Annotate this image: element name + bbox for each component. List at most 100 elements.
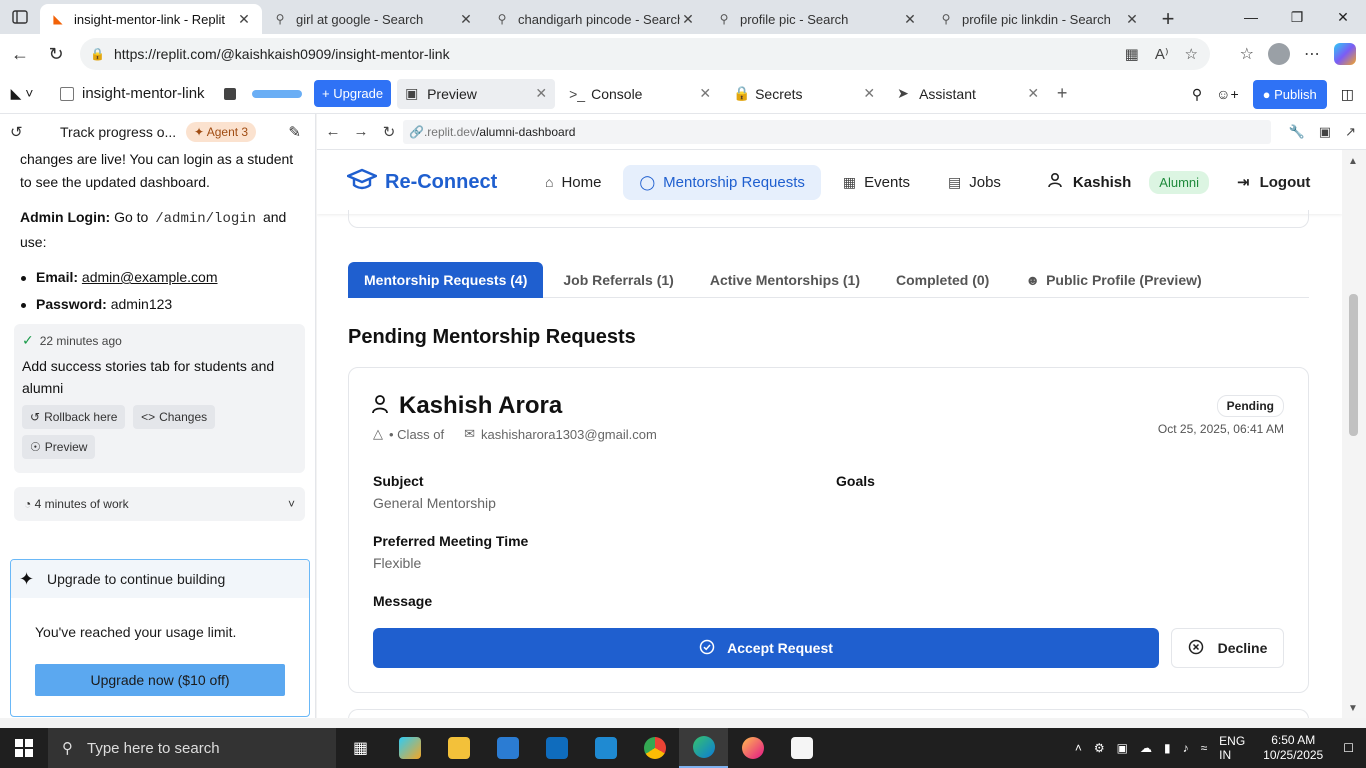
tab-active-mentorships[interactable]: Active Mentorships (1) xyxy=(694,262,876,298)
language-indicator[interactable]: ENG IN xyxy=(1219,734,1245,762)
changes-button[interactable]: <> Changes xyxy=(133,405,216,429)
devtools-icon[interactable]: 🔧 xyxy=(1289,124,1305,140)
notifications-icon[interactable]: ☐ xyxy=(1343,741,1354,755)
wifi-icon[interactable]: ≈ xyxy=(1201,741,1208,755)
close-tab-icon[interactable]: ✕ xyxy=(535,85,547,102)
browser-tab-search-4[interactable]: ⚲ profile pic linkdin - Search ✕ xyxy=(928,4,1150,34)
more-icon[interactable]: ⋯ xyxy=(1304,44,1320,64)
preview-scrollbar[interactable]: ▲ ▼ xyxy=(1342,150,1366,718)
browser-tab-search-1[interactable]: ⚲ girl at google - Search ✕ xyxy=(262,4,484,34)
brand-logo[interactable]: Re-Connect xyxy=(346,168,507,196)
accept-request-button[interactable]: Accept Request xyxy=(373,628,1159,668)
close-tab-icon[interactable]: ✕ xyxy=(458,11,474,28)
task-view-icon[interactable]: ▦ xyxy=(336,728,385,768)
invite-user-icon[interactable]: ☺+ xyxy=(1216,86,1238,102)
app-available-icon[interactable]: ▦ xyxy=(1125,45,1139,63)
copilot-icon[interactable] xyxy=(1334,43,1356,65)
open-new-window-icon[interactable]: ↗ xyxy=(1345,124,1356,140)
copilot-app-icon[interactable] xyxy=(385,728,434,768)
preview-refresh-icon[interactable]: ↻ xyxy=(375,123,403,141)
logout-button[interactable]: ⇥ Logout xyxy=(1237,173,1310,192)
input-icon[interactable]: ⚙ xyxy=(1094,741,1105,755)
favorite-star-icon[interactable]: ☆ xyxy=(1185,45,1198,63)
url-field[interactable]: 🔒 https://replit.com/@kaishkaish0909/ins… xyxy=(80,38,1210,70)
agent-badge[interactable]: ✦ Agent 3 xyxy=(186,122,257,142)
tab-job-referrals[interactable]: Job Referrals (1) xyxy=(547,262,689,298)
nav-events[interactable]: ▦ Events xyxy=(827,165,926,200)
refresh-icon[interactable]: ↻ xyxy=(38,36,74,72)
device-icon[interactable]: ▣ xyxy=(1117,741,1128,755)
new-tab-icon[interactable]: + xyxy=(1150,4,1186,34)
stop-icon[interactable] xyxy=(224,87,236,100)
vscode-icon[interactable] xyxy=(581,728,630,768)
read-aloud-icon[interactable]: A⁾ xyxy=(1155,45,1169,63)
browser-tab-strip: ◣ insight-mentor-link - Replit ✕ ⚲ girl … xyxy=(0,0,1366,34)
nav-home[interactable]: ⌂ Home xyxy=(529,165,617,200)
tab-mentorship-requests[interactable]: Mentorship Requests (4) xyxy=(348,262,544,298)
decline-button[interactable]: Decline xyxy=(1171,628,1284,668)
browser-tab-search-3[interactable]: ⚲ profile pic - Search ✕ xyxy=(706,4,928,34)
close-window-icon[interactable]: ✕ xyxy=(1320,0,1366,34)
preview-url-field[interactable]: 🔗 .replit.dev/alumni-dashboard xyxy=(403,120,1271,144)
scroll-down-icon[interactable]: ▼ xyxy=(1348,703,1358,714)
tab-console[interactable]: >_ Console ✕ xyxy=(561,79,719,109)
tab-completed[interactable]: Completed (0) xyxy=(880,262,1005,298)
replit-menu-icon[interactable]: ◣ ˅ xyxy=(0,85,44,102)
restore-icon[interactable]: ❐ xyxy=(1274,0,1320,34)
close-tab-icon[interactable]: ✕ xyxy=(699,85,711,102)
toggle-panel-icon[interactable]: ◫ xyxy=(1341,86,1354,103)
tab-assistant[interactable]: ➤ Assistant ✕ xyxy=(889,79,1047,109)
preview-back-icon[interactable]: ← xyxy=(319,123,347,140)
taskbar-search[interactable]: ⚲ Type here to search xyxy=(48,728,336,768)
app-w-icon[interactable] xyxy=(777,728,826,768)
edge-icon[interactable] xyxy=(679,728,728,768)
back-icon[interactable]: ← xyxy=(2,36,38,72)
browser-tab-search-2[interactable]: ⚲ chandigarh pincode - Search ✕ xyxy=(484,4,706,34)
nav-mentorship-requests[interactable]: ◯ Mentorship Requests xyxy=(623,164,821,200)
devices-icon[interactable]: ▣ xyxy=(1319,124,1331,140)
network-icon[interactable]: ☁ xyxy=(1140,741,1152,755)
chat-icon: ◯ xyxy=(639,173,656,190)
firefox-icon[interactable] xyxy=(728,728,777,768)
upgrade-now-button[interactable]: Upgrade now ($10 off) xyxy=(35,664,285,696)
scrollbar-thumb[interactable] xyxy=(1349,294,1358,436)
history-icon[interactable]: ↺ xyxy=(10,123,50,141)
tab-secrets[interactable]: 🔒 Secrets ✕ xyxy=(725,79,883,109)
store-icon[interactable] xyxy=(483,728,532,768)
publish-button[interactable]: ● Publish xyxy=(1252,79,1327,109)
close-tab-icon[interactable]: ✕ xyxy=(1027,85,1039,102)
favorites-icon[interactable]: ☆ xyxy=(1240,44,1254,64)
project-selector[interactable]: insight-mentor-link xyxy=(60,85,210,102)
browser-tab-replit[interactable]: ◣ insight-mentor-link - Replit ✕ xyxy=(40,4,262,34)
scroll-up-icon[interactable]: ▲ xyxy=(1348,156,1358,167)
preview-forward-icon[interactable]: → xyxy=(347,123,375,140)
upgrade-button[interactable]: + Upgrade xyxy=(314,80,392,107)
work-summary[interactable]: ◔ 4 minutes of work ˅ xyxy=(14,487,305,521)
email-link[interactable]: admin@example.com xyxy=(82,269,218,285)
tab-preview[interactable]: ▣ Preview ✕ xyxy=(397,78,556,109)
close-tab-icon[interactable]: ✕ xyxy=(863,85,875,102)
user-menu[interactable]: Kashish xyxy=(1047,172,1131,192)
search-icon[interactable]: ⚲ xyxy=(1192,86,1202,103)
clock[interactable]: 6:50 AM 10/25/2025 xyxy=(1263,733,1323,763)
profile-avatar-icon[interactable] xyxy=(1268,43,1290,65)
volume-icon[interactable]: ♪ xyxy=(1183,741,1189,755)
rollback-button[interactable]: ↺ Rollback here xyxy=(22,405,126,429)
minimize-icon[interactable]: — xyxy=(1228,0,1274,34)
close-tab-icon[interactable]: ✕ xyxy=(902,11,918,28)
chrome-icon[interactable] xyxy=(630,728,679,768)
outlook-icon[interactable] xyxy=(532,728,581,768)
close-tab-icon[interactable]: ✕ xyxy=(680,11,696,28)
tab-public-profile[interactable]: ☻ Public Profile (Preview) xyxy=(1009,262,1217,298)
new-chat-icon[interactable]: ✎ xyxy=(288,123,301,141)
add-tab-icon[interactable]: + xyxy=(1047,83,1077,104)
preview-button[interactable]: ☉ Preview xyxy=(22,435,96,459)
battery-icon[interactable]: ▮ xyxy=(1164,741,1171,755)
close-tab-icon[interactable]: ✕ xyxy=(1124,11,1140,28)
file-explorer-icon[interactable] xyxy=(434,728,483,768)
chevron-up-icon[interactable]: ˄ xyxy=(1075,741,1082,755)
nav-jobs[interactable]: ▤ Jobs xyxy=(932,165,1017,200)
tab-actions-icon[interactable] xyxy=(0,0,40,34)
close-tab-icon[interactable]: ✕ xyxy=(236,11,252,28)
start-button[interactable] xyxy=(0,728,48,768)
